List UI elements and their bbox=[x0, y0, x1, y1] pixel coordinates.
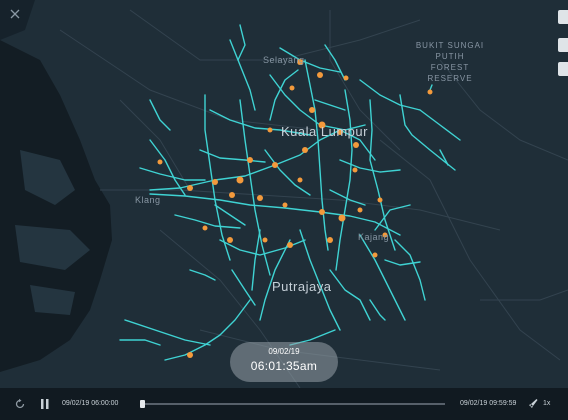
reserve-label-line: BUKIT SUNGAI bbox=[415, 41, 485, 50]
timeline-handle[interactable] bbox=[139, 400, 145, 408]
reserve-label-line: PUTIH FOREST bbox=[430, 52, 470, 72]
range-end-label: 09/02/19 09:59:59 bbox=[460, 400, 517, 407]
settings-button[interactable] bbox=[558, 38, 568, 52]
timeline-slider[interactable] bbox=[139, 400, 445, 408]
reserve-label-line: RESERVE bbox=[427, 74, 473, 83]
current-time-display: 09/02/19 06:01:35am bbox=[230, 342, 338, 382]
current-time: 06:01:35am bbox=[250, 359, 318, 373]
cross-icon bbox=[10, 9, 20, 19]
current-date: 09/02/19 bbox=[268, 347, 300, 356]
range-start-label: 09/02/19 06:00:00 bbox=[62, 400, 119, 407]
place-label-kajang: Kajang bbox=[358, 232, 390, 242]
layers-button[interactable] bbox=[558, 10, 568, 24]
trip-playback-app: Selayang Kuala Lumpur Klang Kajang Putra… bbox=[0, 0, 568, 420]
legend-button[interactable] bbox=[558, 62, 568, 76]
speed-label[interactable]: 1x bbox=[543, 400, 550, 407]
place-label-reserve: BUKIT SUNGAI PUTIH FOREST RESERVE bbox=[415, 40, 485, 84]
place-label-putrajaya: Putrajaya bbox=[272, 279, 332, 294]
place-label-klang: Klang bbox=[135, 195, 161, 205]
place-label-kuala-lumpur: Kuala Lumpur bbox=[281, 124, 368, 139]
place-label-selayang: Selayang bbox=[263, 55, 305, 65]
pause-icon[interactable] bbox=[40, 398, 50, 410]
rotate-icon[interactable] bbox=[14, 398, 26, 410]
rocket-icon[interactable] bbox=[528, 398, 538, 410]
